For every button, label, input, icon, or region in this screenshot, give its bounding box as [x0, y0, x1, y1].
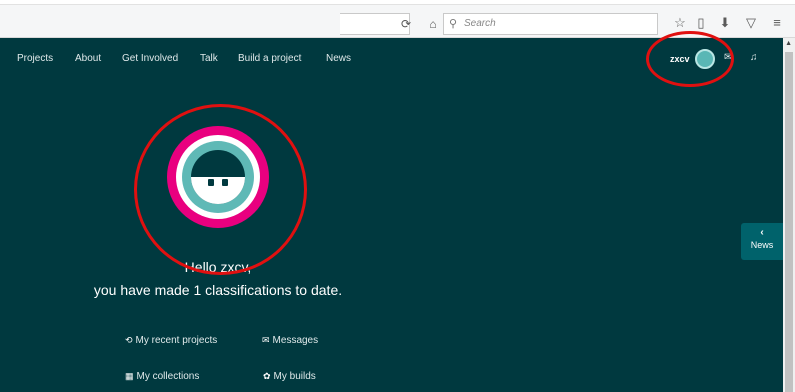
my-recent-projects-link[interactable]: ⟲ My recent projects: [125, 335, 217, 346]
chevron-left-icon: ‹: [760, 227, 764, 238]
search-icon: ⚲: [449, 18, 458, 30]
menu-icon[interactable]: ≡: [768, 14, 786, 32]
annotation-circle-avatar: [134, 104, 307, 275]
annotation-circle-user: [646, 31, 734, 87]
search-input[interactable]: ⚲ Search: [443, 13, 658, 35]
my-collections-link[interactable]: ▦ My collections: [125, 371, 199, 382]
grid-icon: ▦: [125, 371, 134, 381]
reload-icon[interactable]: ⟳: [396, 14, 416, 34]
classification-count: you have made 1 classifications to date.: [93, 282, 343, 298]
my-builds-link[interactable]: ✿ My builds: [263, 371, 316, 382]
star-icon[interactable]: ☆: [671, 14, 689, 32]
scroll-up-icon[interactable]: ▲: [785, 40, 792, 47]
nav-about[interactable]: About: [75, 53, 101, 65]
history-icon: ⟲: [125, 335, 133, 345]
clipboard-icon[interactable]: ▯: [692, 14, 710, 32]
cog-icon: ✿: [263, 371, 271, 381]
scrollbar-thumb[interactable]: [785, 52, 793, 392]
pocket-icon[interactable]: ▽: [742, 14, 760, 32]
bell-icon[interactable]: ♫: [750, 52, 758, 63]
download-icon[interactable]: ⬇: [716, 14, 734, 32]
nav-projects[interactable]: Projects: [17, 53, 53, 65]
news-tab-label: News: [750, 240, 774, 250]
nav-build-a-project[interactable]: Build a project: [238, 53, 301, 65]
news-side-tab[interactable]: ‹ News: [741, 223, 783, 260]
tab-strip-edge: [0, 0, 795, 5]
nav-get-involved[interactable]: Get Involved: [122, 53, 178, 65]
envelope-icon: ✉: [262, 335, 270, 345]
nav-news[interactable]: News: [326, 53, 351, 65]
nav-talk[interactable]: Talk: [200, 53, 218, 65]
messages-link[interactable]: ✉ Messages: [262, 335, 318, 346]
search-placeholder: Search: [464, 18, 496, 29]
home-icon[interactable]: ⌂: [423, 14, 443, 34]
site-body: [0, 38, 783, 392]
